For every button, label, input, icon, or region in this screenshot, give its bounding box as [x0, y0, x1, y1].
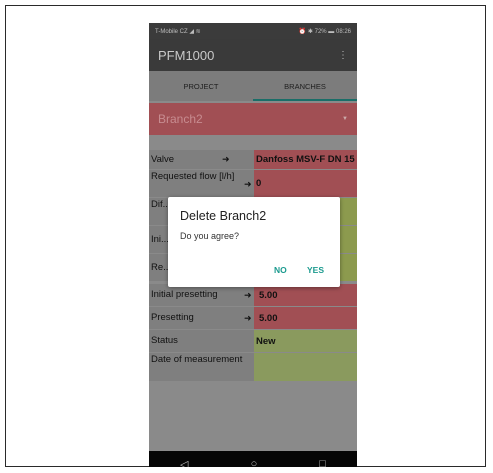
status-icons: ⏰ ✱ 72% ▬ 08:26 [298, 28, 351, 35]
no-button[interactable]: NO [274, 265, 287, 275]
table-row: Initial presetting 5.00 ➜ [149, 284, 357, 306]
row-value[interactable]: 0 [254, 170, 357, 197]
row-label: Requested flow [l/h] [149, 170, 254, 197]
carrier-label: T-Mobile CZ ◢ ≋ [155, 28, 201, 35]
status-bar: T-Mobile CZ ◢ ≋ ⏰ ✱ 72% ▬ 08:26 [149, 23, 357, 39]
delete-confirm-dialog: Delete Branch2 Do you agree? NO YES [168, 197, 340, 287]
table-row: Valve Danfoss MSV-F DN 15 ➜ [149, 150, 357, 169]
arrow-right-icon: ➜ [244, 313, 252, 323]
dialog-title: Delete Branch2 [180, 209, 267, 223]
system-nav-bar: ◁ ○ □ [149, 451, 357, 467]
app-bar: PFM1000 ⋮ [149, 39, 357, 71]
yes-button[interactable]: YES [307, 265, 324, 275]
more-vert-icon[interactable]: ⋮ [338, 50, 348, 61]
arrow-right-icon: ➜ [222, 154, 230, 164]
home-icon[interactable]: ○ [251, 458, 258, 467]
branch-selector[interactable]: Branch2 ▼ [149, 103, 357, 135]
row-label: Status [149, 330, 254, 352]
arrow-right-icon: ➜ [244, 179, 252, 189]
row-value[interactable]: New [254, 330, 357, 352]
table-row: Date of measurement [149, 353, 357, 381]
tab-branches[interactable]: BRANCHES [253, 71, 357, 101]
row-value[interactable]: 5.00 [254, 284, 357, 306]
branch-selector-value: Branch2 [158, 112, 203, 126]
tab-bar: PROJECT BRANCHES [149, 71, 357, 101]
app-title: PFM1000 [158, 47, 215, 63]
tab-project[interactable]: PROJECT [149, 71, 253, 101]
recents-icon[interactable]: □ [319, 458, 326, 467]
row-label: Date of measurement [149, 353, 254, 381]
dropdown-arrow-icon: ▼ [342, 116, 348, 122]
table-row: Requested flow [l/h] 0 ➜ [149, 170, 357, 197]
row-value[interactable] [254, 353, 357, 381]
back-icon[interactable]: ◁ [180, 458, 188, 468]
row-value[interactable]: Danfoss MSV-F DN 15 [254, 150, 357, 169]
row-label: Initial presetting [149, 284, 254, 306]
table-row: Presetting 5.00 ➜ [149, 307, 357, 329]
row-value[interactable]: 5.00 [254, 307, 357, 329]
row-label: Valve [149, 150, 254, 169]
dialog-message: Do you agree? [180, 231, 240, 241]
table-row: Status New [149, 330, 357, 352]
row-label: Presetting [149, 307, 254, 329]
arrow-right-icon: ➜ [244, 290, 252, 300]
